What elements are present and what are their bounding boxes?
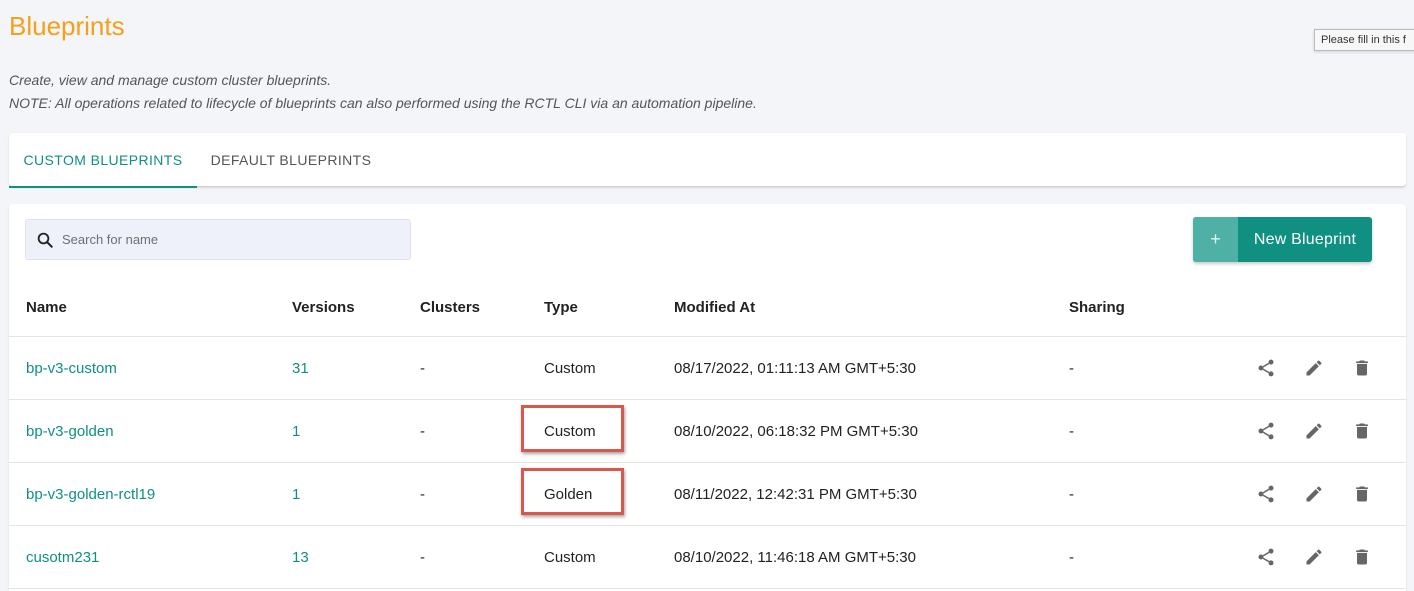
row-actions bbox=[1256, 526, 1372, 588]
new-blueprint-button[interactable]: + New Blueprint bbox=[1193, 217, 1372, 262]
table-row: bp-v3-golden 1 - Custom 08/10/2022, 06:1… bbox=[9, 400, 1406, 463]
table-row: bp-v3-golden-rctl19 1 - Golden 08/11/202… bbox=[9, 463, 1406, 526]
blueprint-name-link[interactable]: bp-v3-golden-rctl19 bbox=[26, 463, 155, 525]
header-modified-at[interactable]: Modified At bbox=[674, 279, 755, 336]
page-description: Create, view and manage custom cluster b… bbox=[9, 69, 757, 115]
modified-at-value: 08/17/2022, 01:11:13 AM GMT+5:30 bbox=[674, 359, 916, 377]
plus-icon: + bbox=[1193, 217, 1238, 262]
page-title: Blueprints bbox=[9, 11, 125, 41]
tooltip: Please fill in this f bbox=[1314, 29, 1414, 51]
description-line-1: Create, view and manage custom cluster b… bbox=[9, 72, 332, 88]
clusters-value: - bbox=[420, 359, 425, 377]
share-icon[interactable] bbox=[1256, 421, 1276, 441]
blueprint-name-link[interactable]: cusotm231 bbox=[26, 526, 99, 588]
versions-link[interactable]: 1 bbox=[292, 400, 300, 462]
row-actions bbox=[1256, 463, 1372, 525]
versions-link[interactable]: 13 bbox=[292, 526, 309, 588]
clusters-value: - bbox=[420, 422, 425, 440]
clusters-value: - bbox=[420, 485, 425, 503]
type-value: Custom bbox=[544, 422, 596, 440]
header-versions[interactable]: Versions bbox=[292, 279, 355, 336]
search-box bbox=[25, 219, 411, 260]
header-sharing[interactable]: Sharing bbox=[1069, 279, 1125, 336]
versions-link[interactable]: 1 bbox=[292, 463, 300, 525]
description-line-2: NOTE: All operations related to lifecycl… bbox=[9, 95, 757, 111]
type-value: Golden bbox=[544, 485, 593, 503]
share-icon[interactable] bbox=[1256, 484, 1276, 504]
header-clusters[interactable]: Clusters bbox=[420, 279, 480, 336]
trash-icon[interactable] bbox=[1352, 484, 1372, 504]
clusters-value: - bbox=[420, 548, 425, 566]
sharing-value: - bbox=[1069, 359, 1074, 377]
pencil-icon[interactable] bbox=[1304, 547, 1324, 567]
modified-at-value: 08/10/2022, 06:18:32 PM GMT+5:30 bbox=[674, 422, 918, 440]
trash-icon[interactable] bbox=[1352, 421, 1372, 441]
pencil-icon[interactable] bbox=[1304, 484, 1324, 504]
trash-icon[interactable] bbox=[1352, 358, 1372, 378]
sharing-value: - bbox=[1069, 422, 1074, 440]
new-blueprint-label: New Blueprint bbox=[1253, 230, 1357, 248]
share-icon[interactable] bbox=[1256, 547, 1276, 567]
share-icon[interactable] bbox=[1256, 358, 1276, 378]
tab-default-blueprints[interactable]: DEFAULT BLUEPRINTS bbox=[197, 133, 385, 187]
blueprint-name-link[interactable]: bp-v3-golden bbox=[26, 400, 114, 462]
type-value: Custom bbox=[544, 359, 596, 377]
row-actions bbox=[1256, 337, 1372, 399]
tabs-bar: CUSTOM BLUEPRINTS DEFAULT BLUEPRINTS bbox=[9, 133, 1406, 188]
table-row: cusotm231 13 - Custom 08/10/2022, 11:46:… bbox=[9, 526, 1406, 589]
search-input[interactable] bbox=[62, 220, 402, 259]
search-icon bbox=[37, 232, 53, 248]
type-value: Custom bbox=[544, 548, 596, 566]
table-row: bp-v3-custom 31 - Custom 08/17/2022, 01:… bbox=[9, 337, 1406, 400]
header-name[interactable]: Name bbox=[26, 279, 67, 336]
table-header: Name Versions Clusters Type Modified At … bbox=[9, 279, 1406, 337]
pencil-icon[interactable] bbox=[1304, 358, 1324, 378]
trash-icon[interactable] bbox=[1352, 547, 1372, 567]
header-type[interactable]: Type bbox=[544, 279, 578, 336]
blueprint-name-link[interactable]: bp-v3-custom bbox=[26, 337, 117, 399]
modified-at-value: 08/10/2022, 11:46:18 AM GMT+5:30 bbox=[674, 548, 916, 566]
versions-link[interactable]: 31 bbox=[292, 337, 309, 399]
tab-custom-blueprints[interactable]: CUSTOM BLUEPRINTS bbox=[9, 133, 197, 188]
blueprints-card: + New Blueprint Name Versions Clusters T… bbox=[9, 204, 1406, 591]
sharing-value: - bbox=[1069, 548, 1074, 566]
pencil-icon[interactable] bbox=[1304, 421, 1324, 441]
row-actions bbox=[1256, 400, 1372, 462]
modified-at-value: 08/11/2022, 12:42:31 PM GMT+5:30 bbox=[674, 485, 917, 503]
sharing-value: - bbox=[1069, 485, 1074, 503]
